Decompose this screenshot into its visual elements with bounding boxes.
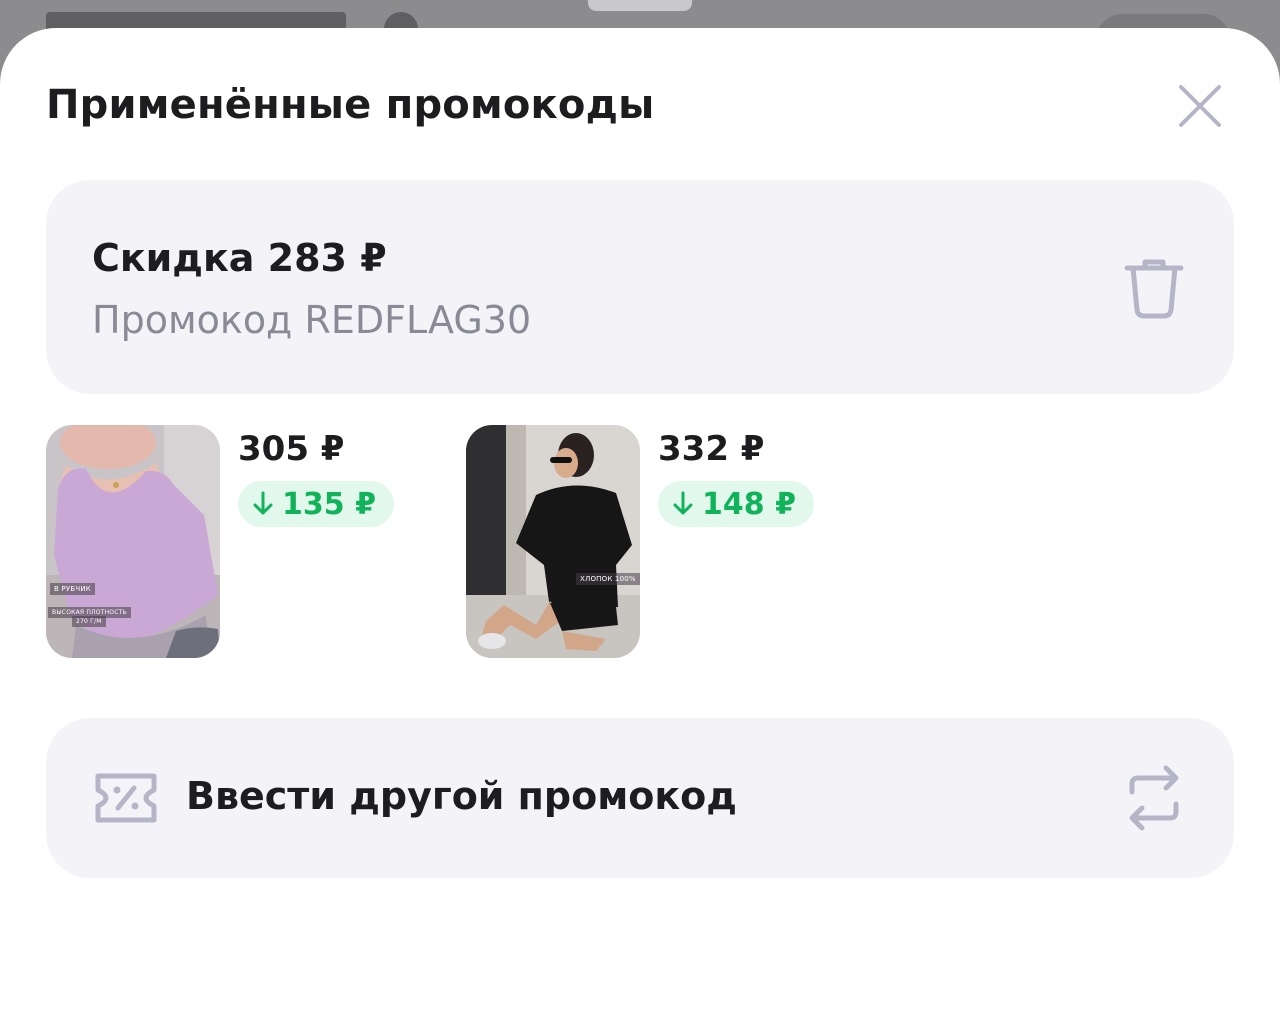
sheet-title: Применённые промокоды xyxy=(46,82,655,128)
delete-promo-button[interactable] xyxy=(1118,252,1190,324)
discounted-item: В РУБЧИК ВЫСОКАЯ ПЛОТНОСТЬ 270 Г/М 305 ₽… xyxy=(46,425,426,661)
thumbnail-caption: В РУБЧИК xyxy=(50,583,95,595)
coupon-percent-icon xyxy=(95,773,157,823)
enter-promocode-label: Ввести другой промокод xyxy=(186,774,737,818)
saving-amount: 148 ₽ xyxy=(702,486,796,522)
enter-another-promocode-button[interactable]: Ввести другой промокод xyxy=(46,718,1234,878)
applied-promocodes-sheet: Применённые промокоды Скидка 283 ₽ Промо… xyxy=(0,28,1280,1014)
swap-arrows-icon xyxy=(1129,765,1179,831)
arrow-down-icon xyxy=(253,491,273,515)
thumbnail-caption: ХЛОПОК 100% xyxy=(576,573,640,585)
trash-icon xyxy=(1124,259,1184,319)
close-button[interactable] xyxy=(1172,78,1228,134)
promo-code: Промокод REDFLAG30 xyxy=(92,298,532,342)
arrow-down-icon xyxy=(673,491,693,515)
discounted-item: ХЛОПОК 100% 332 ₽ 148 ₽ xyxy=(466,425,846,661)
product-thumbnail[interactable]: В РУБЧИК ВЫСОКАЯ ПЛОТНОСТЬ 270 Г/М xyxy=(46,425,220,658)
saving-amount: 135 ₽ xyxy=(282,486,376,522)
product-thumbnail[interactable]: ХЛОПОК 100% xyxy=(466,425,640,658)
promo-discount: Скидка 283 ₽ xyxy=(92,236,387,280)
close-icon xyxy=(1179,85,1221,127)
item-price: 332 ₽ xyxy=(658,429,765,469)
sheet-grabber[interactable] xyxy=(588,0,692,11)
item-price: 305 ₽ xyxy=(238,429,345,469)
product-photo-black-tshirt-set xyxy=(466,425,640,658)
item-saving-badge: 135 ₽ xyxy=(238,481,394,527)
thumbnail-caption: 270 Г/М xyxy=(72,616,106,627)
background-title-fragment xyxy=(46,6,366,30)
applied-promo-card: Скидка 283 ₽ Промокод REDFLAG30 xyxy=(46,180,1234,394)
item-saving-badge: 148 ₽ xyxy=(658,481,814,527)
